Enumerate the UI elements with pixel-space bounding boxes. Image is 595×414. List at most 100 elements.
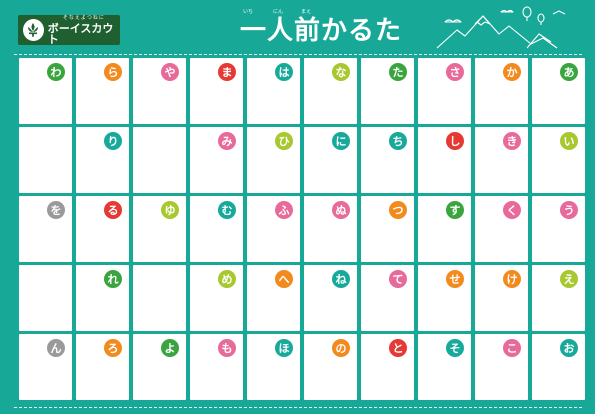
karuta-card: ち [361, 127, 414, 193]
kana-badge: い [560, 132, 578, 150]
karuta-card: す [418, 196, 471, 262]
mountains-icon [436, 6, 566, 49]
kana-badge: り [104, 132, 122, 150]
karuta-card: あ [532, 58, 585, 124]
kana-badge: は [275, 63, 293, 81]
title-ruby-nin: にん [273, 9, 284, 15]
karuta-card: も [190, 334, 243, 400]
kana-badge: ろ [104, 339, 122, 357]
karuta-card: そ [418, 334, 471, 400]
kana-badge: た [389, 63, 407, 81]
karuta-card: や [133, 58, 186, 124]
logo-text: そなえよつねに ボーイスカウト [47, 14, 120, 46]
karuta-card: ま [190, 58, 243, 124]
karuta-card: ゆ [133, 196, 186, 262]
karuta-card: て [361, 265, 414, 331]
kana-badge: ひ [275, 132, 293, 150]
kana-badge: る [104, 201, 122, 219]
kana-badge: を [47, 201, 65, 219]
kana-badge: わ [47, 63, 65, 81]
karuta-card: ぬ [304, 196, 357, 262]
karuta-card: さ [418, 58, 471, 124]
kana-badge: な [332, 63, 350, 81]
karuta-card: み [190, 127, 243, 193]
karuta-grid: わ ら や ま は な た さ か あり み ひ に ち し き いを る ゆ む ふ ぬ つ す く うれ め へ ね て せ け えん ろ よ も… [19, 58, 594, 402]
karuta-card: は [247, 58, 300, 124]
karuta-card: む [190, 196, 243, 262]
page-title: 一人前かるた [240, 16, 403, 46]
karuta-card: こ [475, 334, 528, 400]
karuta-card: く [475, 196, 528, 262]
kana-badge: す [446, 201, 464, 219]
kana-badge: あ [560, 63, 578, 81]
karuta-card: た [361, 58, 414, 124]
karuta-card: お [532, 334, 585, 400]
kana-badge: ね [332, 270, 350, 288]
page-title-block: いち にん まえ 一人前かるた [240, 6, 430, 50]
karuta-card: き [475, 127, 528, 193]
kana-badge: れ [104, 270, 122, 288]
kana-badge: つ [389, 201, 407, 219]
logo-tagline: そなえよつねに [62, 14, 105, 21]
karuta-card: け [475, 265, 528, 331]
kana-badge: か [503, 63, 521, 81]
kana-badge: こ [503, 339, 521, 357]
kana-badge: け [503, 270, 521, 288]
kana-badge: て [389, 270, 407, 288]
karuta-card: つ [361, 196, 414, 262]
karuta-card [133, 127, 186, 193]
karuta-card: に [304, 127, 357, 193]
kana-badge: そ [446, 339, 464, 357]
kana-badge: ゆ [161, 201, 179, 219]
karuta-card [133, 265, 186, 331]
kana-badge: ほ [275, 339, 293, 357]
karuta-card [19, 265, 72, 331]
karuta-card: せ [418, 265, 471, 331]
karuta-card: め [190, 265, 243, 331]
kana-badge: む [218, 201, 236, 219]
karuta-card: の [304, 334, 357, 400]
karuta-card: い [532, 127, 585, 193]
kana-badge: に [332, 132, 350, 150]
kana-badge: ふ [275, 201, 293, 219]
kana-badge: へ [275, 270, 293, 288]
kana-badge: や [161, 63, 179, 81]
kana-badge: ち [389, 132, 407, 150]
karuta-card: へ [247, 265, 300, 331]
karuta-card: ふ [247, 196, 300, 262]
karuta-card: と [361, 334, 414, 400]
kana-badge: し [446, 132, 464, 150]
fleur-de-lis-icon [23, 19, 44, 41]
kana-badge: せ [446, 270, 464, 288]
karuta-card: ろ [76, 334, 129, 400]
kana-badge: う [560, 201, 578, 219]
karuta-card: を [19, 196, 72, 262]
karuta-card: う [532, 196, 585, 262]
logo-name: ボーイスカウト [47, 21, 114, 46]
karuta-card: え [532, 265, 585, 331]
karuta-card: ほ [247, 334, 300, 400]
kana-badge: え [560, 270, 578, 288]
kana-badge: と [389, 339, 407, 357]
karuta-card: る [76, 196, 129, 262]
kana-badge: み [218, 132, 236, 150]
karuta-card: な [304, 58, 357, 124]
kana-badge: ま [218, 63, 236, 81]
karuta-card: よ [133, 334, 186, 400]
kana-badge: お [560, 339, 578, 357]
karuta-card: ん [19, 334, 72, 400]
karuta-card: し [418, 127, 471, 193]
boy-scout-logo: そなえよつねに ボーイスカウト [18, 15, 120, 45]
karuta-card: わ [19, 58, 72, 124]
kana-badge: よ [161, 339, 179, 357]
karuta-card: ひ [247, 127, 300, 193]
title-ruby-mae: まえ [301, 9, 312, 15]
kana-badge: も [218, 339, 236, 357]
kana-badge: ぬ [332, 201, 350, 219]
kana-badge: め [218, 270, 236, 288]
title-ruby-ichi: いち [243, 9, 254, 15]
karuta-card: ね [304, 265, 357, 331]
karuta-card: れ [76, 265, 129, 331]
kana-badge: ら [104, 63, 122, 81]
kana-badge: さ [446, 63, 464, 81]
